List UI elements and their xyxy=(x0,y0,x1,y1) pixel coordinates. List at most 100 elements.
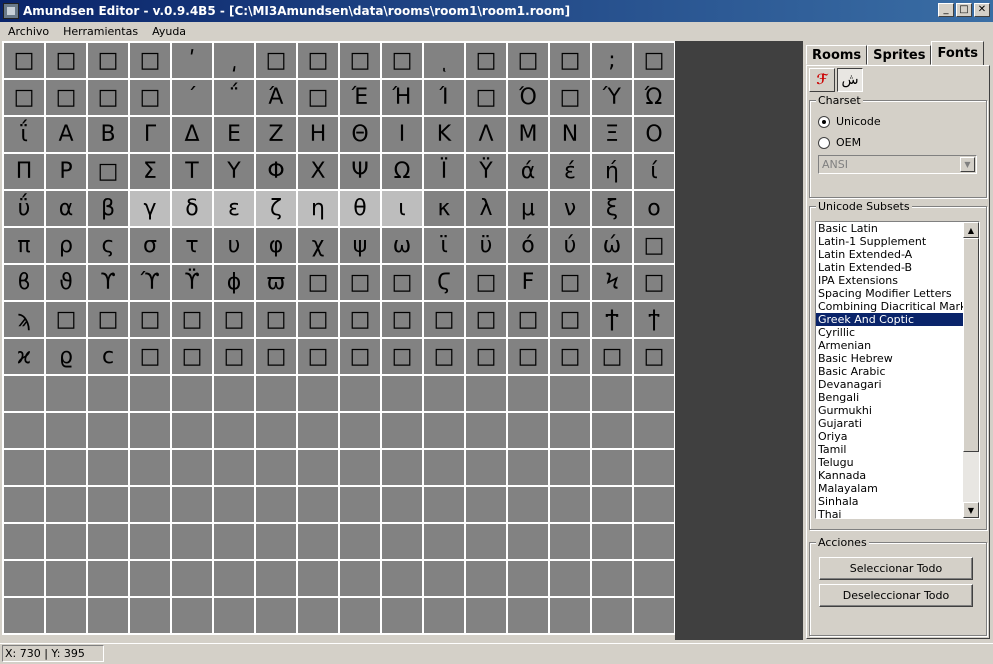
close-button[interactable]: ✕ xyxy=(974,3,990,17)
glyph-cell[interactable]: □ xyxy=(634,228,676,265)
glyph-cell[interactable]: □ xyxy=(298,43,340,80)
subset-item[interactable]: Armenian xyxy=(816,339,979,352)
glyph-cell[interactable]: τ xyxy=(172,228,214,265)
glyph-cell[interactable]: □ xyxy=(466,80,508,117)
glyph-cell[interactable]: Ϊ xyxy=(424,154,466,191)
deselect-all-button[interactable]: Deseleccionar Todo xyxy=(819,584,973,607)
glyph-cell[interactable]: □ xyxy=(382,43,424,80)
glyph-cell[interactable] xyxy=(4,450,46,487)
glyph-cell[interactable] xyxy=(634,598,676,635)
glyph-cell[interactable] xyxy=(340,598,382,635)
font-tool-button[interactable]: ℱ xyxy=(809,68,835,92)
glyph-cell[interactable]: □ xyxy=(508,43,550,80)
glyph-cell[interactable]: Ά xyxy=(256,80,298,117)
glyph-cell[interactable] xyxy=(214,376,256,413)
glyph-cell[interactable]: ό xyxy=(508,228,550,265)
glyph-cell[interactable] xyxy=(256,487,298,524)
glyph-cell[interactable] xyxy=(46,450,88,487)
subset-item[interactable]: Telugu xyxy=(816,456,979,469)
subset-item[interactable]: Basic Arabic xyxy=(816,365,979,378)
glyph-cell[interactable]: □ xyxy=(466,43,508,80)
unicode-radio[interactable]: Unicode xyxy=(818,115,881,128)
maximize-button[interactable]: □ xyxy=(956,3,972,17)
glyph-cell[interactable] xyxy=(424,413,466,450)
glyph-cell[interactable] xyxy=(382,413,424,450)
glyph-cell[interactable] xyxy=(172,376,214,413)
glyph-cell[interactable] xyxy=(88,413,130,450)
glyph-cell[interactable]: Μ xyxy=(508,117,550,154)
glyph-cell[interactable] xyxy=(424,450,466,487)
glyph-cell[interactable] xyxy=(172,450,214,487)
glyph-cell[interactable] xyxy=(130,487,172,524)
glyph-cell[interactable]: Ϯ xyxy=(592,302,634,339)
glyph-cell[interactable]: Φ xyxy=(256,154,298,191)
glyph-cell[interactable]: Δ xyxy=(172,117,214,154)
glyph-cell[interactable]: □ xyxy=(550,43,592,80)
glyph-cell[interactable]: ϑ xyxy=(46,265,88,302)
glyph-cell[interactable]: Γ xyxy=(130,117,172,154)
glyph-cell[interactable]: □ xyxy=(46,302,88,339)
glyph-cell[interactable] xyxy=(550,450,592,487)
glyph-cell[interactable] xyxy=(46,561,88,598)
charset-combo[interactable]: ANSI ▼ xyxy=(818,155,977,174)
glyph-cell[interactable]: □ xyxy=(508,339,550,376)
oem-radio-dot[interactable] xyxy=(818,136,830,149)
glyph-cell[interactable]: θ xyxy=(340,191,382,228)
arabic-glyph-button[interactable]: ش xyxy=(837,68,863,92)
glyph-cell[interactable]: □ xyxy=(424,302,466,339)
glyph-cell[interactable] xyxy=(214,598,256,635)
glyph-cell[interactable]: □ xyxy=(130,302,172,339)
glyph-cell[interactable]: □ xyxy=(256,302,298,339)
glyph-cell[interactable] xyxy=(508,524,550,561)
subset-item[interactable]: IPA Extensions xyxy=(816,274,979,287)
glyph-cell[interactable] xyxy=(256,376,298,413)
glyph-cell[interactable]: ϰ xyxy=(4,339,46,376)
glyph-cell[interactable] xyxy=(298,450,340,487)
glyph-cell[interactable] xyxy=(382,561,424,598)
glyph-cell[interactable] xyxy=(550,487,592,524)
glyph-cell[interactable] xyxy=(214,487,256,524)
glyph-cell[interactable] xyxy=(4,376,46,413)
glyph-cell[interactable] xyxy=(130,450,172,487)
glyph-cell[interactable]: □ xyxy=(46,80,88,117)
glyph-cell[interactable]: Κ xyxy=(424,117,466,154)
glyph-cell[interactable]: ϋ xyxy=(466,228,508,265)
minimize-button[interactable]: _ xyxy=(938,3,954,17)
glyph-cell[interactable]: ε xyxy=(214,191,256,228)
glyph-cell[interactable]: □ xyxy=(592,339,634,376)
glyph-cell[interactable]: ΰ xyxy=(4,191,46,228)
menu-ayuda[interactable]: Ayuda xyxy=(144,25,192,38)
glyph-cell[interactable]: □ xyxy=(172,339,214,376)
glyph-cell[interactable]: Ο xyxy=(634,117,676,154)
glyph-cell[interactable]: Ν xyxy=(550,117,592,154)
glyph-cell[interactable] xyxy=(46,598,88,635)
glyph-cell[interactable] xyxy=(508,376,550,413)
glyph-cell[interactable]: ζ xyxy=(256,191,298,228)
glyph-cell[interactable] xyxy=(298,561,340,598)
glyph-cell[interactable]: μ xyxy=(508,191,550,228)
glyph-cell[interactable]: Σ xyxy=(130,154,172,191)
glyph-cell[interactable] xyxy=(172,598,214,635)
glyph-cell[interactable] xyxy=(592,598,634,635)
unicode-radio-dot[interactable] xyxy=(818,115,830,128)
glyph-cell[interactable]: □ xyxy=(550,80,592,117)
glyph-cell[interactable] xyxy=(88,598,130,635)
glyph-cell[interactable]: έ xyxy=(550,154,592,191)
glyph-cell[interactable]: ϱ xyxy=(46,339,88,376)
glyph-cell[interactable]: ί xyxy=(634,154,676,191)
glyph-cell[interactable] xyxy=(4,524,46,561)
oem-radio[interactable]: OEM xyxy=(818,136,861,149)
glyph-cell[interactable]: □ xyxy=(424,339,466,376)
glyph-cell[interactable]: ͺ xyxy=(424,43,466,80)
glyph-cell[interactable] xyxy=(340,376,382,413)
glyph-cell[interactable]: κ xyxy=(424,191,466,228)
glyph-cell[interactable] xyxy=(256,413,298,450)
glyph-cell[interactable] xyxy=(550,524,592,561)
menu-archivo[interactable]: Archivo xyxy=(0,25,55,38)
glyph-cell[interactable]: ΐ xyxy=(4,117,46,154)
glyph-cell[interactable]: ι xyxy=(382,191,424,228)
glyph-cell[interactable]: □ xyxy=(298,80,340,117)
unicode-subsets-list[interactable]: Basic Latin Latin-1 Supplement Latin Exten… xyxy=(815,221,980,519)
glyph-cell[interactable]: □ xyxy=(130,339,172,376)
glyph-cell[interactable] xyxy=(466,376,508,413)
